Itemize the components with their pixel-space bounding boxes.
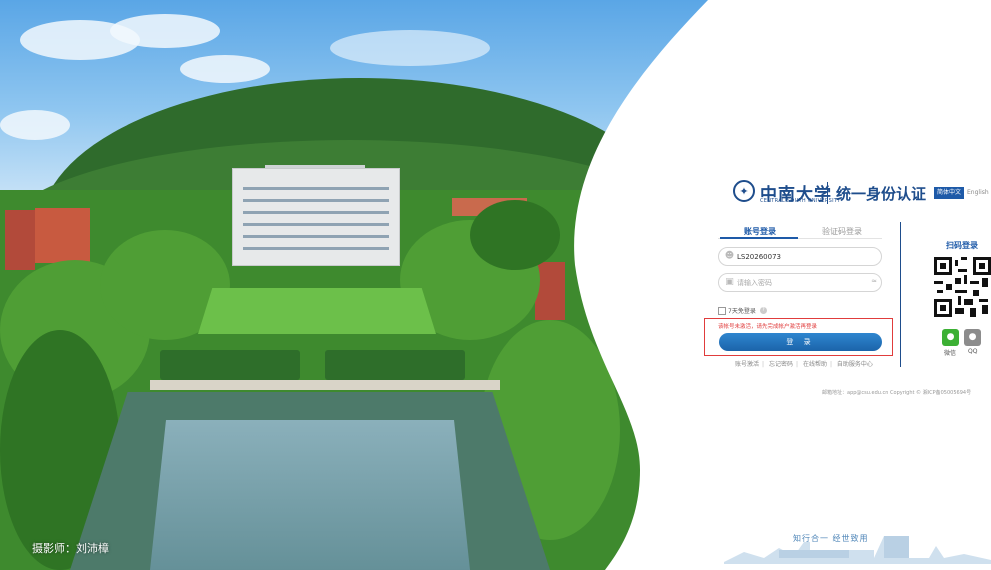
password-field[interactable]: ▣ ≈ bbox=[718, 273, 882, 292]
qr-code bbox=[934, 257, 991, 317]
error-message: 该帐号未激活，请先完成帐户激活再登录 bbox=[718, 324, 818, 330]
password-input[interactable] bbox=[737, 275, 857, 290]
footer-copyright: 邮箱地址：app@csu.edu.cn Copyright © 湘ICP备050… bbox=[822, 390, 972, 396]
lock-icon: ▣ bbox=[725, 277, 734, 287]
user-icon: ☻ bbox=[724, 251, 735, 261]
auth-title: 统一身份认证 bbox=[836, 185, 927, 203]
scan-login-title: 扫码登录 bbox=[946, 241, 978, 250]
wechat-label: 微信 bbox=[944, 350, 957, 357]
link-forgot-password[interactable]: 忘记密码 bbox=[769, 361, 793, 368]
login-button[interactable]: 登 录 bbox=[719, 333, 882, 351]
wechat-icon[interactable]: ● bbox=[942, 329, 959, 346]
login-links: 账号激活 | 忘记密码 | 在线帮助 | 自助服务中心 bbox=[735, 361, 873, 368]
university-seal-icon: ✦ bbox=[733, 180, 755, 202]
lang-en-button[interactable]: English bbox=[964, 187, 991, 199]
eye-icon[interactable]: ≈ bbox=[871, 277, 877, 285]
panel-divider bbox=[900, 222, 901, 367]
remember-checkbox[interactable] bbox=[718, 306, 726, 315]
tab-active-indicator bbox=[720, 237, 798, 239]
remember-me[interactable]: 7天免登录 ? bbox=[718, 306, 767, 315]
help-icon[interactable]: ? bbox=[759, 307, 767, 314]
qq-label: QQ bbox=[968, 348, 978, 355]
header-divider bbox=[827, 182, 828, 204]
lang-zh-button[interactable]: 简体中文 bbox=[934, 187, 965, 199]
username-field[interactable]: ☻ bbox=[718, 247, 882, 266]
slogan: 知行合一 经世致用 bbox=[793, 534, 869, 543]
tab-account-login[interactable]: 账号登录 bbox=[744, 226, 776, 237]
remember-label: 7天免登录 bbox=[728, 308, 756, 315]
link-activate[interactable]: 账号激活 bbox=[735, 361, 759, 368]
link-self-service[interactable]: 自助服务中心 bbox=[837, 361, 873, 368]
username-input[interactable] bbox=[737, 249, 857, 264]
school-name-en: CENTRAL SOUTH UNIVERSITY bbox=[760, 198, 841, 204]
link-online-help[interactable]: 在线帮助 bbox=[803, 361, 827, 368]
tab-code-login[interactable]: 验证码登录 bbox=[822, 226, 862, 237]
qq-icon[interactable]: ● bbox=[964, 329, 981, 346]
